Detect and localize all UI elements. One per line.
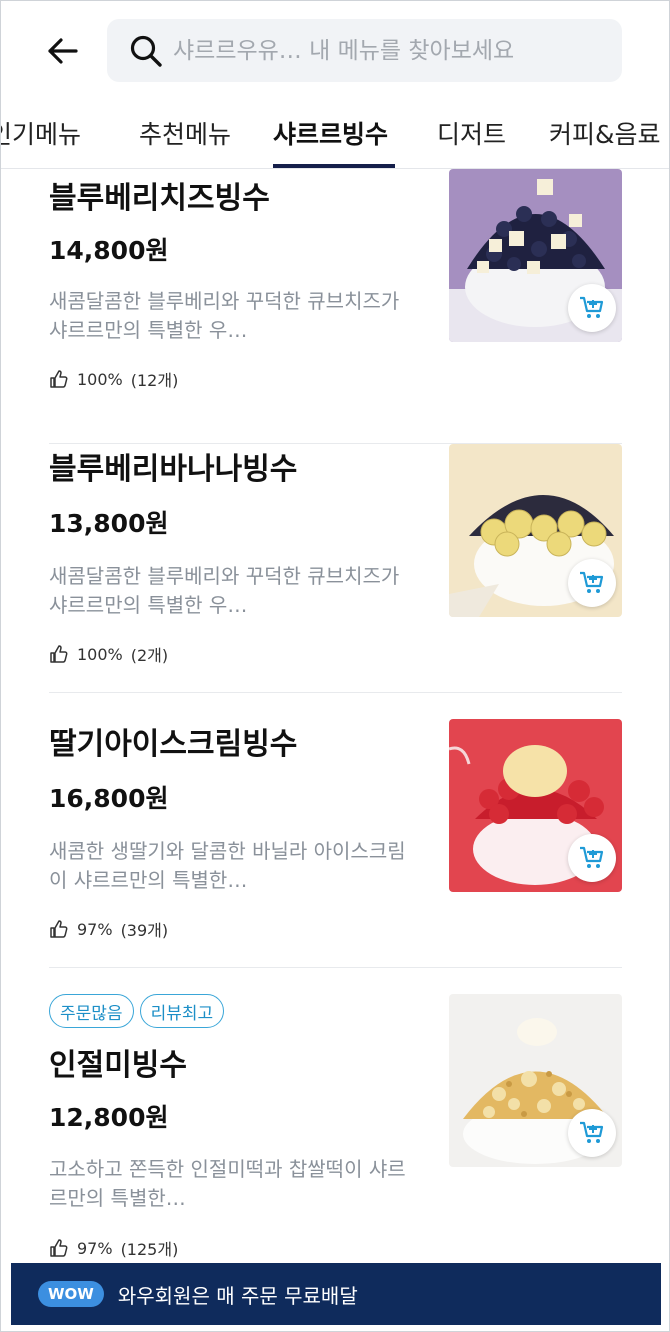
thumbs-up-icon xyxy=(50,920,68,938)
item-image-blueberry-cheese[interactable] xyxy=(449,169,622,342)
tab-dessert[interactable]: 디저트 xyxy=(437,97,506,168)
category-tabs: 인기메뉴 추천메뉴 샤르르빙수 디저트 커피&음료 xyxy=(1,97,669,169)
cart-plus-icon xyxy=(580,571,604,593)
tab-recommended[interactable]: 추천메뉴 xyxy=(139,97,231,168)
cart-plus-icon xyxy=(580,1121,604,1143)
item-price: 13,800원 xyxy=(49,509,169,538)
menu-list: 블루베리치즈빙수 14,800원 새콤달콤한 블루베리와 꾸덕한 큐브치즈가 샤… xyxy=(1,169,669,1263)
wow-membership-banner[interactable]: WOW 와우회원은 매 주문 무료배달 xyxy=(11,1263,661,1325)
item-description: 새콤한 생딸기와 달콤한 바닐라 아이스크림이 샤르르만의 특별한… xyxy=(49,839,406,892)
badge-best-review: 리뷰최고 xyxy=(139,994,225,1028)
item-price: 14,800원 xyxy=(49,236,169,265)
add-to-cart-button[interactable] xyxy=(568,284,616,332)
item-rating: 100% (12개) xyxy=(49,367,178,391)
item-price: 16,800원 xyxy=(49,784,169,813)
list-item[interactable]: 블루베리치즈빙수 14,800원 새콤달콤한 블루베리와 꾸덕한 큐브치즈가 샤… xyxy=(49,169,622,444)
tab-coffee-drinks[interactable]: 커피&음료 xyxy=(549,97,661,168)
wow-banner-text: 와우회원은 매 주문 무료배달 xyxy=(117,1283,358,1308)
search-input[interactable] xyxy=(173,37,593,64)
item-image-blueberry-banana[interactable] xyxy=(449,444,622,617)
item-rating: 97% (125개) xyxy=(49,1236,178,1260)
review-count: (12개) xyxy=(130,371,179,390)
cart-plus-icon xyxy=(580,296,604,318)
add-to-cart-button[interactable] xyxy=(568,1109,616,1157)
thumbs-up-icon xyxy=(50,645,68,663)
item-description: 새콤달콤한 블루베리와 꾸덕한 큐브치즈가 샤르르만의 특별한 우… xyxy=(49,564,400,617)
item-price: 12,800원 xyxy=(49,1103,169,1132)
review-count: (125개) xyxy=(120,1240,179,1259)
app-screen: 인기메뉴 추천메뉴 샤르르빙수 디저트 커피&음료 블루베리치즈빙수 14,80… xyxy=(0,0,670,1332)
back-button[interactable] xyxy=(41,29,85,73)
header xyxy=(1,1,669,97)
list-item[interactable]: 딸기아이스크림빙수 16,800원 새콤한 생딸기와 달콤한 바닐라 아이스크림… xyxy=(49,693,622,968)
item-name: 블루베리치즈빙수 xyxy=(49,181,270,216)
item-name: 딸기아이스크림빙수 xyxy=(49,727,298,762)
wow-badge: WOW xyxy=(38,1281,104,1307)
add-to-cart-button[interactable] xyxy=(568,559,616,607)
tab-sharrr-bingsu[interactable]: 샤르르빙수 xyxy=(273,97,388,168)
thumbs-up-icon xyxy=(50,1239,68,1257)
item-description: 고소하고 쫀득한 인절미떡과 찹쌀떡이 샤르르만의 특별한… xyxy=(49,1157,406,1210)
review-count: (2개) xyxy=(130,646,169,665)
tab-popular[interactable]: 인기메뉴 xyxy=(1,97,81,168)
back-arrow-icon xyxy=(48,38,78,64)
review-count: (39개) xyxy=(120,921,169,940)
thumbs-up-icon xyxy=(50,370,68,388)
item-description: 새콤달콤한 블루베리와 꾸덕한 큐브치즈가 샤르르만의 특별한 우… xyxy=(49,289,400,342)
item-rating: 97% (39개) xyxy=(49,917,168,941)
active-tab-indicator xyxy=(273,164,395,168)
list-item[interactable]: 블루베리바나나빙수 13,800원 새콤달콤한 블루베리와 꾸덕한 큐브치즈가 … xyxy=(49,418,622,693)
item-image-injeolmi[interactable] xyxy=(449,994,622,1167)
list-item[interactable]: 주문많음 리뷰최고 인절미빙수 12,800원 고소하고 쫀득한 인절미떡과 찹… xyxy=(49,968,622,1263)
rating-percent: 100% xyxy=(77,369,123,389)
item-rating: 100% (2개) xyxy=(49,642,168,666)
search-icon xyxy=(130,35,162,67)
cart-plus-icon xyxy=(580,846,604,868)
rating-percent: 97% xyxy=(77,1238,113,1258)
rating-percent: 97% xyxy=(77,919,113,939)
item-name: 인절미빙수 xyxy=(49,1048,187,1083)
item-badges: 주문많음 리뷰최고 xyxy=(49,994,225,1028)
badge-most-ordered: 주문많음 xyxy=(49,994,134,1028)
search-bar[interactable] xyxy=(107,19,622,82)
add-to-cart-button[interactable] xyxy=(568,834,616,882)
item-name: 블루베리바나나빙수 xyxy=(49,452,298,487)
rating-percent: 100% xyxy=(77,644,123,664)
item-image-strawberry-icecream[interactable] xyxy=(449,719,622,892)
